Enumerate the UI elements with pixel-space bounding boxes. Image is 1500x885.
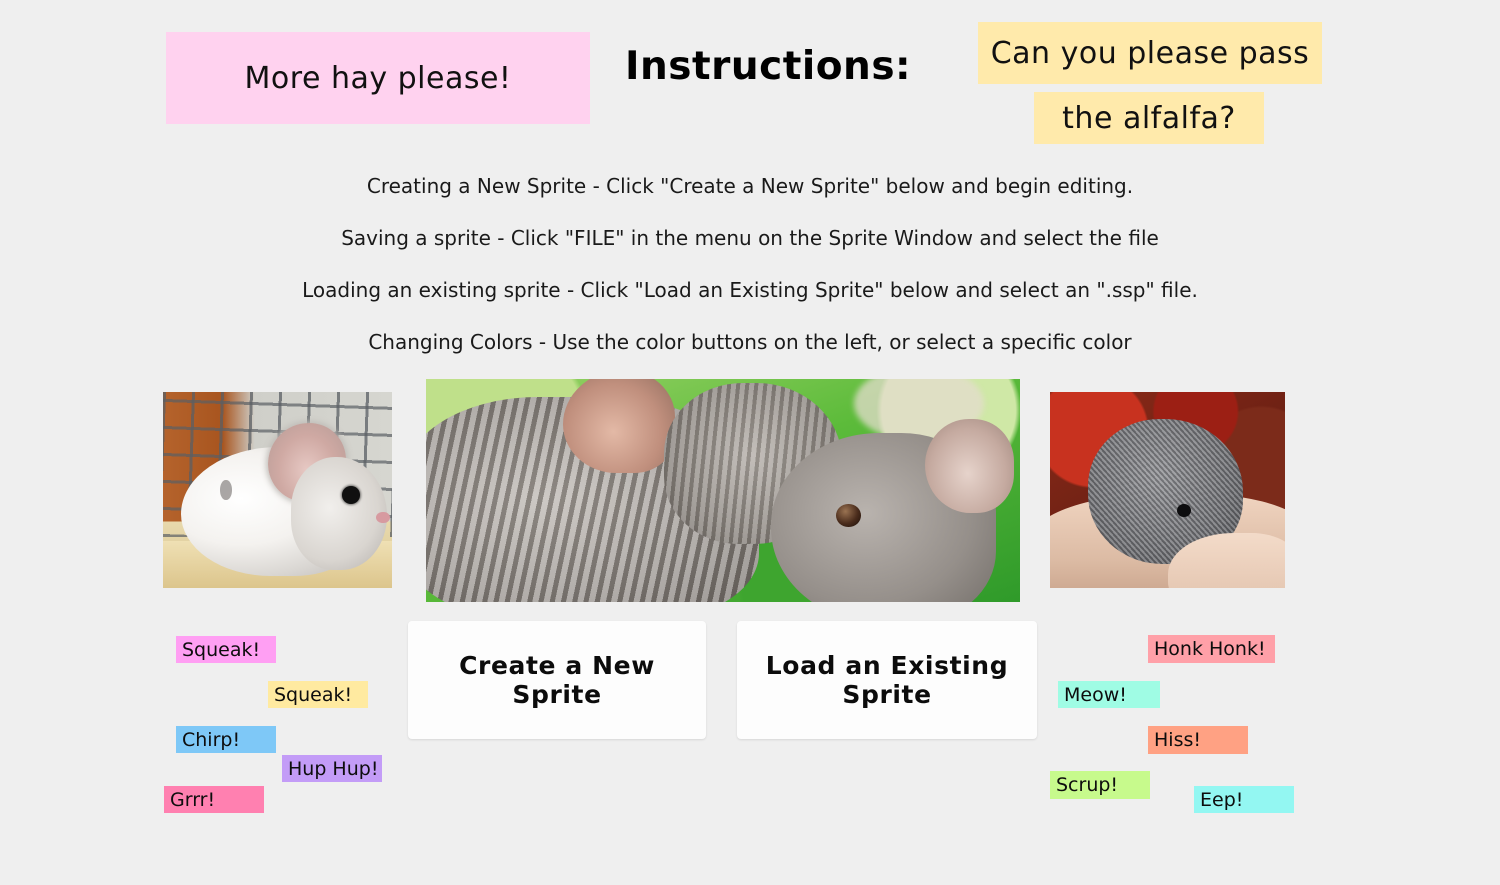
note-pass-alfalfa-line2: the alfalfa? xyxy=(1034,92,1264,144)
create-new-sprite-button[interactable]: Create a New Sprite xyxy=(408,621,706,739)
note-pass-alfalfa-line1: Can you please pass xyxy=(978,22,1322,84)
instruction-line: Loading an existing sprite - Click "Load… xyxy=(302,278,1198,302)
sound-chip-label: Scrup! xyxy=(1056,774,1119,796)
chinchilla-left-ear xyxy=(562,379,676,473)
sound-chip-label: Grrr! xyxy=(170,788,216,811)
chinchilla-nose xyxy=(375,511,390,524)
app-canvas: More hay please! Can you please pass the… xyxy=(0,0,1500,885)
chinchilla-right-eye xyxy=(835,503,861,528)
photo-white-chinchilla-in-cage xyxy=(163,392,392,588)
sound-chip-meow: Meow! xyxy=(1058,681,1160,708)
instructions-list: Creating a New Sprite - Click "Create a … xyxy=(0,160,1500,368)
sound-chip-grrr: Grrr! xyxy=(164,786,264,813)
instruction-line: Changing Colors - Use the color buttons … xyxy=(368,330,1132,354)
load-existing-sprite-label: Load an Existing Sprite xyxy=(765,651,1009,709)
chinchilla-eye xyxy=(341,486,360,504)
sound-chip-scrup: Scrup! xyxy=(1050,771,1150,799)
load-existing-sprite-button[interactable]: Load an Existing Sprite xyxy=(737,621,1037,739)
note-more-hay-text: More hay please! xyxy=(244,60,512,96)
sound-chip-squeak-yellow: Squeak! xyxy=(268,681,368,708)
sound-chip-label: Eep! xyxy=(1200,788,1244,811)
sound-chip-honk-honk: Honk Honk! xyxy=(1148,635,1275,663)
photo-center-art xyxy=(426,379,1020,602)
note-more-hay: More hay please! xyxy=(166,32,590,124)
sound-chip-label: Squeak! xyxy=(274,683,353,706)
sound-chip-label: Hiss! xyxy=(1154,729,1201,751)
instruction-line: Saving a sprite - Click "FILE" in the me… xyxy=(341,226,1159,250)
sound-chip-chirp: Chirp! xyxy=(176,726,276,753)
chinchilla-right-ear xyxy=(924,419,1015,513)
sound-chip-hiss: Hiss! xyxy=(1148,726,1248,754)
photo-two-grey-chinchillas xyxy=(426,379,1020,602)
photo-baby-chinchilla-in-hands xyxy=(1050,392,1285,588)
photo-left-art xyxy=(163,392,392,588)
sound-chip-label: Meow! xyxy=(1064,683,1127,706)
instruction-line: Creating a New Sprite - Click "Create a … xyxy=(366,174,1134,198)
sound-chip-eep: Eep! xyxy=(1194,786,1294,813)
sound-chip-squeak-pink: Squeak! xyxy=(176,636,276,663)
chinchilla-fur-spot xyxy=(220,480,232,500)
note-pass-alfalfa-line2-text: the alfalfa? xyxy=(1062,100,1236,136)
sound-chip-hup-hup: Hup Hup! xyxy=(282,755,382,782)
photo-right-art xyxy=(1050,392,1285,588)
page-title: Instructions: xyxy=(625,44,912,89)
note-pass-alfalfa-line1-text: Can you please pass xyxy=(990,35,1310,71)
sound-chip-label: Chirp! xyxy=(182,728,241,751)
sound-chip-label: Honk Honk! xyxy=(1154,638,1266,660)
sound-chip-label: Squeak! xyxy=(182,638,261,661)
sound-chip-label: Hup Hup! xyxy=(288,757,379,780)
create-new-sprite-label: Create a New Sprite xyxy=(459,651,655,709)
